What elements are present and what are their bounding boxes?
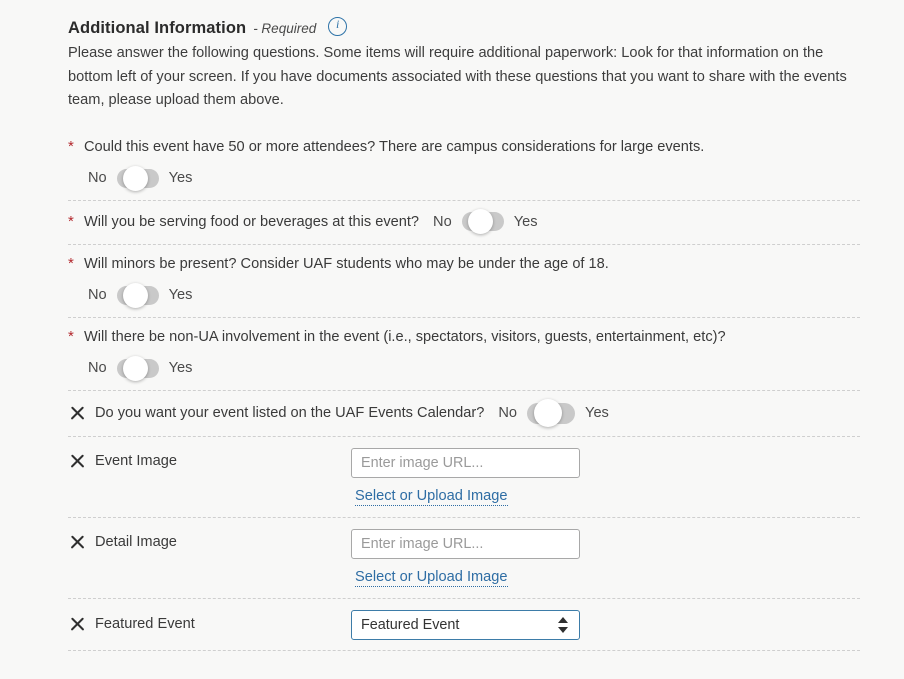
toggle-off-label: No bbox=[498, 405, 518, 421]
info-circle-icon[interactable] bbox=[328, 17, 348, 36]
field-label-wrap: Detail Image bbox=[68, 529, 351, 552]
select-or-upload-image-link[interactable]: Select or Upload Image bbox=[355, 488, 508, 506]
field-control: Select or Upload Image bbox=[351, 447, 860, 506]
toggle-group-non-ua-involvement: No Yes bbox=[88, 355, 860, 381]
toggle-group-large-attendees: No Yes bbox=[88, 165, 860, 191]
featured-event-select[interactable]: Featured Event bbox=[351, 609, 580, 640]
toggle-off-label: No bbox=[433, 213, 452, 230]
toggle-knob bbox=[122, 355, 148, 381]
question-line: * Will minors be present? Consider UAF s… bbox=[68, 254, 860, 274]
question-row-events-calendar: Do you want your event listed on the UAF… bbox=[68, 391, 860, 437]
toggle-on-label: Yes bbox=[513, 213, 538, 230]
required-asterisk: * bbox=[68, 327, 74, 345]
required-asterisk: * bbox=[68, 254, 74, 272]
section-header: Additional Information - Required bbox=[0, 14, 904, 38]
field-row-detail-image: Detail Image Select or Upload Image bbox=[68, 518, 860, 599]
toggle-group-events-calendar: No Yes bbox=[498, 399, 609, 427]
toggle-group-minors-present: No Yes bbox=[88, 282, 860, 308]
close-x-icon[interactable] bbox=[68, 533, 87, 552]
question-row-non-ua-involvement: * Will there be non-UA involvement in th… bbox=[68, 318, 860, 391]
close-x-icon[interactable] bbox=[68, 615, 87, 634]
section-description: Please answer the following questions. S… bbox=[68, 45, 847, 108]
toggle-on-label: Yes bbox=[585, 405, 609, 421]
question-row-minors-present: * Will minors be present? Consider UAF s… bbox=[68, 245, 860, 318]
required-asterisk: * bbox=[68, 212, 74, 230]
toggle-on-label: Yes bbox=[168, 287, 193, 303]
question-row-large-attendees: * Could this event have 50 or more atten… bbox=[68, 128, 860, 201]
required-note: - Required bbox=[253, 21, 317, 36]
toggle-on-label: Yes bbox=[168, 360, 193, 376]
question-line: * Could this event have 50 or more atten… bbox=[68, 137, 860, 157]
select-or-upload-image-link[interactable]: Select or Upload Image bbox=[355, 569, 508, 587]
questions-list: * Could this event have 50 or more atten… bbox=[0, 128, 904, 651]
question-label: Will you be serving food or beverages at… bbox=[84, 213, 420, 230]
event-image-url-input[interactable] bbox=[351, 447, 580, 478]
featured-event-selected-value: Featured Event bbox=[361, 616, 460, 633]
field-label: Featured Event bbox=[95, 616, 195, 632]
toggle-knob bbox=[534, 399, 563, 427]
toggle-switch-events-calendar[interactable] bbox=[527, 399, 576, 427]
field-row-featured-event: Featured Event Featured Event bbox=[68, 599, 860, 651]
toggle-switch-large-attendees[interactable] bbox=[116, 165, 159, 191]
detail-image-url-input[interactable] bbox=[351, 528, 580, 559]
field-label-wrap: Event Image bbox=[68, 448, 351, 471]
toggle-knob bbox=[467, 209, 493, 234]
question-label: Could this event have 50 or more attende… bbox=[84, 138, 705, 155]
question-label: Will minors be present? Consider UAF stu… bbox=[84, 255, 609, 272]
toggle-group-food-beverages: No Yes bbox=[433, 209, 538, 234]
field-control: Select or Upload Image bbox=[351, 528, 860, 587]
toggle-on-label: Yes bbox=[168, 170, 193, 186]
toggle-switch-minors-present[interactable] bbox=[116, 282, 159, 308]
toggle-off-label: No bbox=[88, 360, 107, 376]
toggle-off-label: No bbox=[88, 287, 107, 303]
additional-information-form: Additional Information - Required Please… bbox=[0, 0, 904, 679]
field-label-wrap: Featured Event bbox=[68, 610, 351, 634]
question-row-food-beverages: * Will you be serving food or beverages … bbox=[68, 201, 860, 245]
toggle-off-label: No bbox=[88, 170, 107, 186]
question-line: * Will you be serving food or beverages … bbox=[68, 212, 419, 232]
close-x-icon[interactable] bbox=[68, 452, 87, 471]
field-label: Event Image bbox=[95, 453, 177, 469]
toggle-switch-food-beverages[interactable] bbox=[461, 209, 504, 234]
field-row-event-image: Event Image Select or Upload Image bbox=[68, 437, 860, 518]
toggle-knob bbox=[122, 165, 148, 191]
toggle-switch-non-ua-involvement[interactable] bbox=[116, 355, 159, 381]
toggle-knob bbox=[122, 282, 148, 308]
question-label: Will there be non-UA involvement in the … bbox=[84, 328, 726, 345]
required-asterisk: * bbox=[68, 137, 74, 155]
close-x-icon[interactable] bbox=[68, 404, 87, 423]
question-line: * Will there be non-UA involvement in th… bbox=[68, 327, 860, 347]
field-control: Featured Event bbox=[351, 609, 860, 640]
chevron-updown-icon bbox=[558, 616, 568, 634]
page-title: Additional Information bbox=[68, 19, 247, 37]
question-label: Do you want your event listed on the UAF… bbox=[95, 405, 485, 421]
field-label: Detail Image bbox=[95, 534, 177, 550]
